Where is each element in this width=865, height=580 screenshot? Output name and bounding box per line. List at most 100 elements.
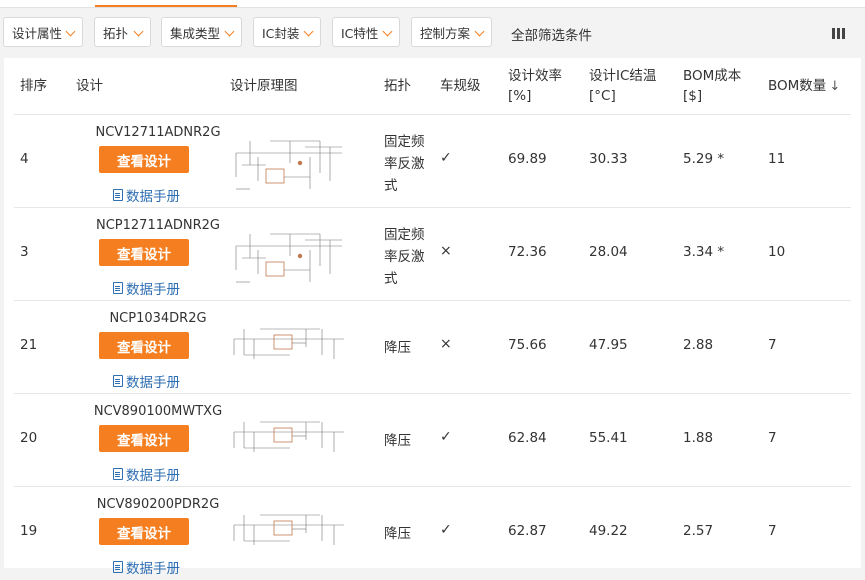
bom-cost-cell: 5.29 * xyxy=(683,151,725,167)
bom-cost-cell: 2.57 xyxy=(683,523,714,539)
sort-down-icon[interactable]: ↓ xyxy=(829,79,840,94)
header-ic-temp[interactable]: 设计IC结温 [°C] xyxy=(589,66,656,106)
header-bom-count-title: BOM数量 xyxy=(768,78,827,94)
document-icon xyxy=(113,375,123,387)
header-bom-count[interactable]: BOM数量 ↓ xyxy=(768,76,840,97)
automotive-mark-icon: ✓ xyxy=(440,429,452,445)
active-tab-indicator xyxy=(95,5,237,7)
datasheet-link[interactable]: 数据手册 xyxy=(113,278,180,298)
view-design-button[interactable]: 查看设计 xyxy=(99,332,189,359)
filter-ic-features[interactable]: IC特性 xyxy=(332,17,400,47)
bom-count-cell: 7 xyxy=(768,523,777,539)
schematic-thumbnail[interactable] xyxy=(230,319,348,381)
view-design-button[interactable]: 查看设计 xyxy=(99,146,189,173)
filter-topology[interactable]: 拓扑 xyxy=(94,17,151,47)
efficiency-cell: 69.89 xyxy=(508,151,547,167)
bom-count-cell: 7 xyxy=(768,430,777,446)
ic-temp-cell: 30.33 xyxy=(589,151,628,167)
datasheet-label: 数据手册 xyxy=(126,189,180,205)
topology-line: 降压 xyxy=(384,526,411,542)
schematic-thumbnail[interactable] xyxy=(230,226,348,288)
filter-control-scheme[interactable]: 控制方案 xyxy=(411,17,492,47)
topology-cell: 降压 xyxy=(384,430,411,452)
part-number: NCP1034DR2G xyxy=(109,311,207,326)
all-filters-link[interactable]: 全部筛选条件 xyxy=(511,24,592,44)
datasheet-link[interactable]: 数据手册 xyxy=(113,464,180,484)
datasheet-label: 数据手册 xyxy=(126,561,180,577)
chevron-down-icon xyxy=(382,26,393,37)
document-icon xyxy=(113,561,123,573)
chevron-down-icon xyxy=(224,26,235,37)
filter-design-attributes[interactable]: 设计属性 xyxy=(3,17,83,47)
results-table: 排序 设计 设计原理图 拓扑 车规级 设计效率 [%] 设计IC结温 [°C] BO… xyxy=(4,58,861,577)
filter-label: 拓扑 xyxy=(103,25,129,41)
header-bom-cost-unit: [$] xyxy=(683,88,703,104)
efficiency-cell: 62.84 xyxy=(508,430,547,446)
efficiency-cell: 72.36 xyxy=(508,244,547,260)
topology-cell: 降压 xyxy=(384,523,411,545)
chevron-down-icon xyxy=(303,26,314,37)
part-number: NCV12711ADNR2G xyxy=(95,125,221,140)
rank-cell: 20 xyxy=(20,430,38,446)
header-bom-cost[interactable]: BOM成本 [$] xyxy=(683,66,741,106)
topology-cell: 固定频 率反激式 xyxy=(384,131,425,197)
datasheet-link[interactable]: 数据手册 xyxy=(113,557,180,577)
datasheet-link[interactable]: 数据手册 xyxy=(113,371,180,391)
table-row: 4 NCV12711ADNR2G 查看设计 数据手册 固定频 率反激式 ✓ 69.89 30.3… xyxy=(4,115,861,208)
filter-ic-package[interactable]: IC封装 xyxy=(253,17,321,47)
filter-label: 控制方案 xyxy=(420,25,471,41)
ic-temp-cell: 55.41 xyxy=(589,430,628,446)
datasheet-link[interactable]: 数据手册 xyxy=(113,185,180,205)
topology-cell: 降压 xyxy=(384,337,411,359)
bom-cost-cell: 1.88 xyxy=(683,430,714,446)
chevron-down-icon xyxy=(474,26,485,37)
topology-line: 降压 xyxy=(384,340,411,356)
header-rank[interactable]: 排序 xyxy=(20,76,47,96)
filter-bar: 设计属性 拓扑 集成类型 IC封装 IC特性 控制方案 全部筛选条件 xyxy=(0,14,865,50)
filter-label: 设计属性 xyxy=(12,25,63,41)
chevron-down-icon xyxy=(133,26,144,37)
automotive-mark-icon: × xyxy=(440,243,452,259)
topology-line: 式 xyxy=(384,271,398,287)
schematic-thumbnail[interactable] xyxy=(230,412,348,474)
topology-line: 降压 xyxy=(384,433,411,449)
bom-cost-cell: 2.88 xyxy=(683,337,714,353)
ic-temp-cell: 47.95 xyxy=(589,337,628,353)
header-design[interactable]: 设计 xyxy=(76,76,103,96)
schematic-thumbnail[interactable] xyxy=(230,133,348,195)
filter-integration-type[interactable]: 集成类型 xyxy=(161,17,242,47)
topology-cell: 固定频 率反激式 xyxy=(384,224,425,290)
header-schematic[interactable]: 设计原理图 xyxy=(230,76,298,96)
filter-label: IC封装 xyxy=(262,25,300,41)
header-efficiency[interactable]: 设计效率 [%] xyxy=(508,66,562,106)
datasheet-label: 数据手册 xyxy=(126,468,180,484)
bom-count-cell: 10 xyxy=(768,244,786,260)
top-strip xyxy=(0,0,865,8)
bom-cost-cell: 3.34 * xyxy=(683,244,725,260)
schematic-thumbnail[interactable] xyxy=(230,505,348,567)
rank-cell: 3 xyxy=(20,244,29,260)
ic-temp-cell: 49.22 xyxy=(589,523,628,539)
table-row: 19 NCV890200PDR2G 查看设计 数据手册 降压 ✓ 62.87 49.22 2.5… xyxy=(4,487,861,580)
rank-cell: 21 xyxy=(20,337,38,353)
columns-icon[interactable] xyxy=(832,28,846,40)
header-efficiency-unit: [%] xyxy=(508,88,532,104)
header-topology[interactable]: 拓扑 xyxy=(384,76,411,96)
header-efficiency-title: 设计效率 xyxy=(508,68,562,84)
topology-line: 固定频 xyxy=(384,134,425,150)
header-automotive[interactable]: 车规级 xyxy=(440,76,481,96)
document-icon xyxy=(113,282,123,294)
rank-cell: 4 xyxy=(20,151,29,167)
header-ic-temp-unit: [°C] xyxy=(589,88,616,104)
view-design-button[interactable]: 查看设计 xyxy=(99,239,189,266)
view-design-button[interactable]: 查看设计 xyxy=(99,425,189,452)
filter-label: 集成类型 xyxy=(170,25,221,41)
header-bom-cost-title: BOM成本 xyxy=(683,68,742,84)
part-number: NCV890100MWTXG xyxy=(93,404,223,419)
datasheet-label: 数据手册 xyxy=(126,282,180,298)
part-number: NCP12711ADNR2G xyxy=(95,218,220,233)
efficiency-cell: 62.87 xyxy=(508,523,547,539)
view-design-button[interactable]: 查看设计 xyxy=(99,518,189,545)
document-icon xyxy=(113,189,123,201)
efficiency-cell: 75.66 xyxy=(508,337,547,353)
